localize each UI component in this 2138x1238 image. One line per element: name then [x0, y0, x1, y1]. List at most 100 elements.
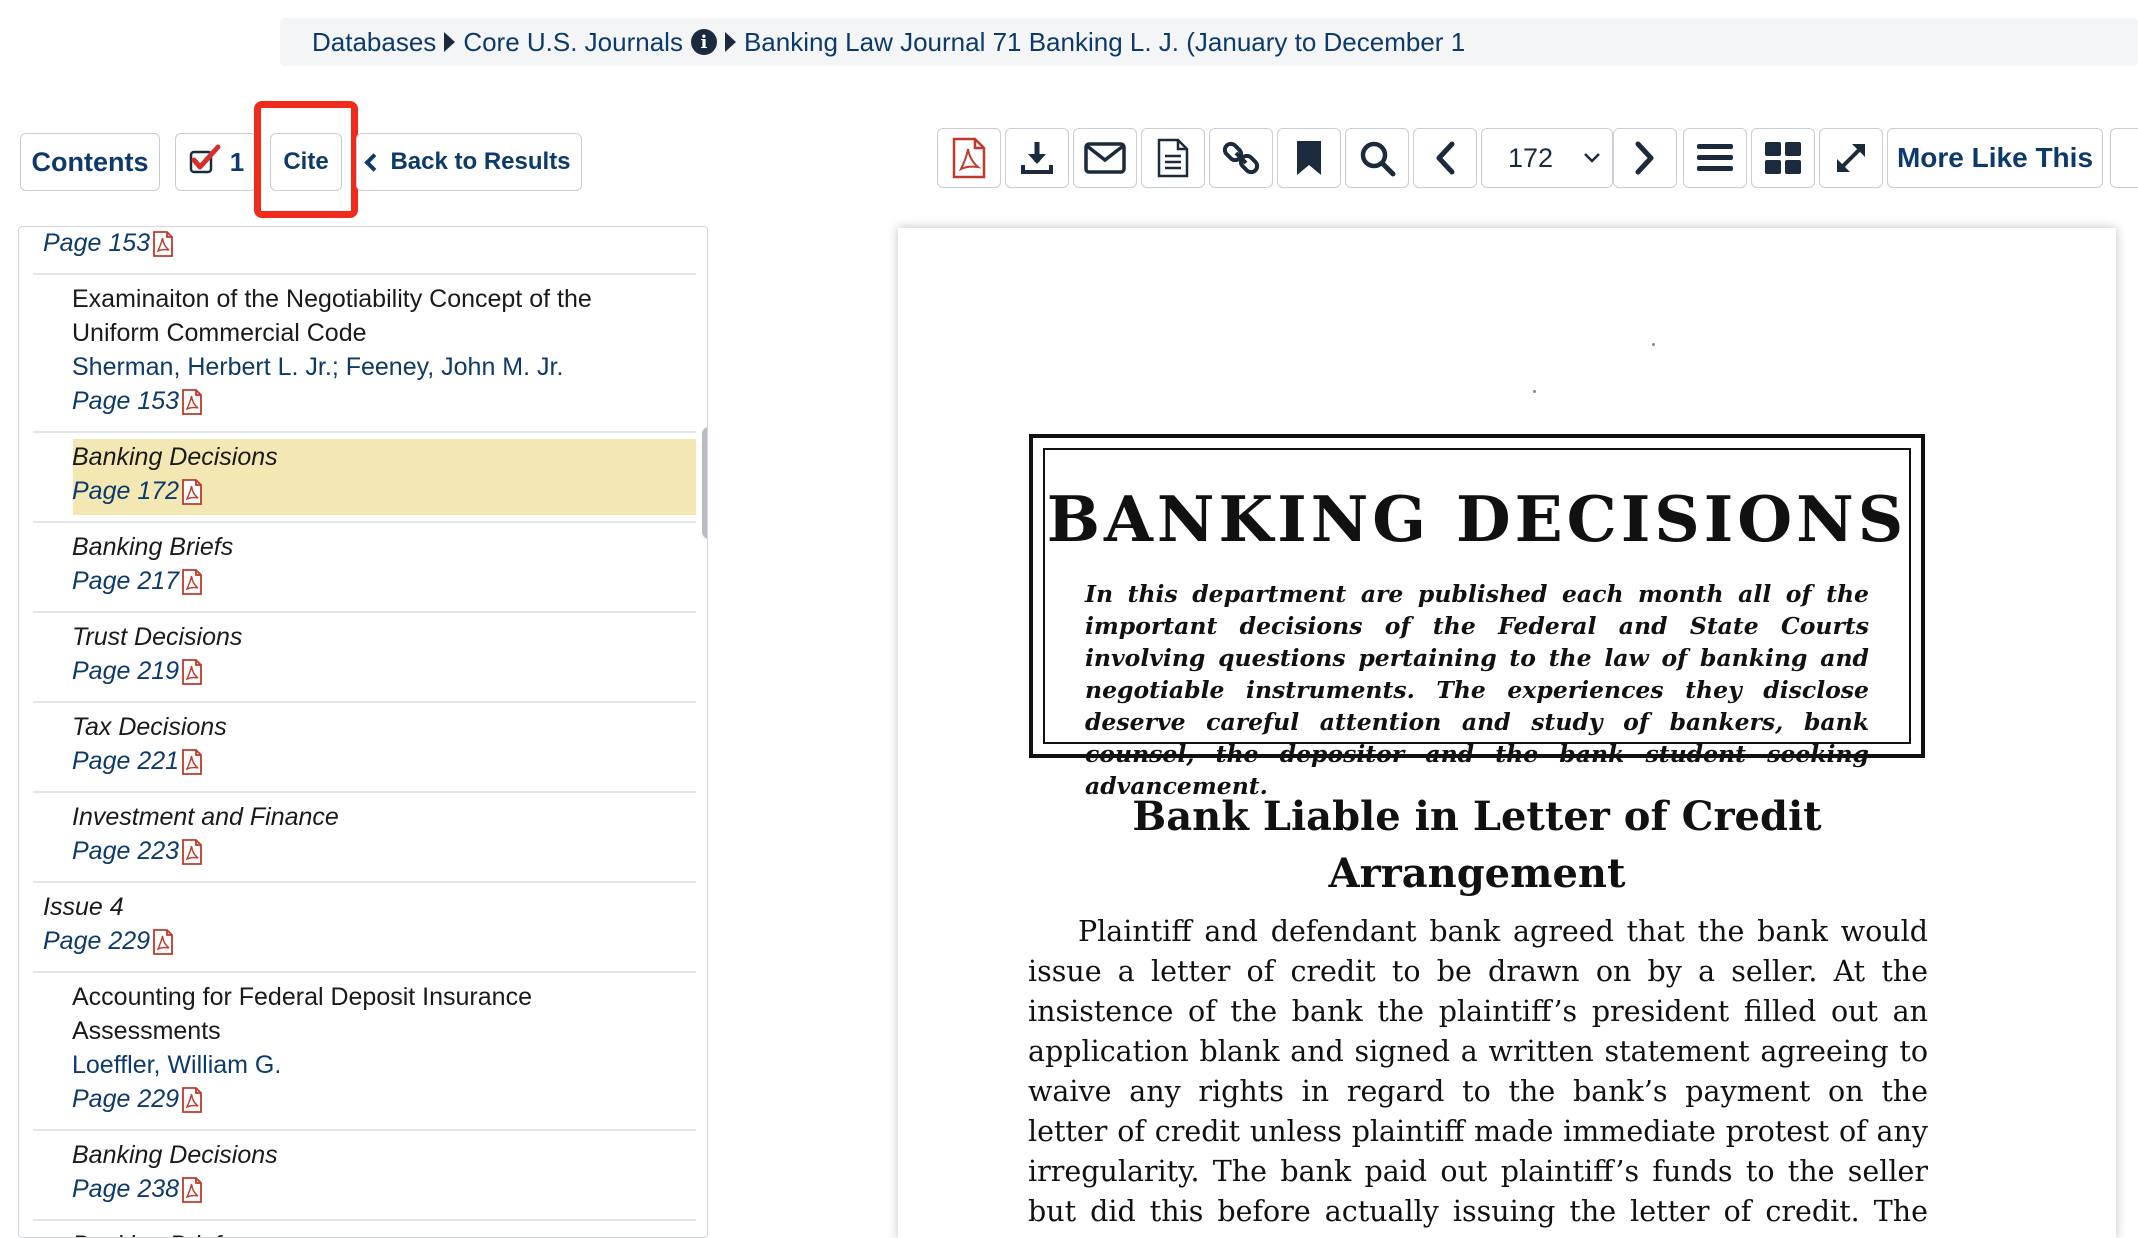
pdf-icon[interactable] [181, 658, 203, 685]
breadcrumb-core-journals[interactable]: Core U.S. Journals [463, 27, 683, 58]
toc-page-link[interactable]: Page 153 [43, 229, 174, 258]
pdf-icon[interactable] [181, 1086, 203, 1113]
toc-page-text: Page 153 [72, 387, 180, 415]
expand-icon [1832, 139, 1870, 177]
toc-entry[interactable]: Examinaiton of the Negotiability Concept… [33, 279, 696, 433]
toc-page-link[interactable]: Page 223 [72, 837, 203, 866]
toc-entry[interactable]: Accounting for Federal Deposit Insurance… [33, 977, 696, 1131]
contents-button[interactable]: Contents [20, 133, 160, 191]
pdf-icon [951, 137, 987, 179]
more-like-this-button[interactable]: More Like This [1887, 128, 2103, 188]
pdf-icon[interactable] [181, 1176, 203, 1203]
bookmark-icon [1294, 139, 1324, 177]
toc-italic-line: Banking Briefs [72, 1231, 233, 1237]
toc-italic-text: Banking Briefs [72, 533, 234, 561]
pdf-button[interactable] [937, 128, 1001, 188]
toc-page-link[interactable]: Page 217 [72, 567, 203, 596]
toc-page-link[interactable]: Page 229 [72, 1085, 203, 1114]
pdf-icon[interactable] [181, 478, 203, 505]
toc-page-link[interactable]: Page 229 [43, 927, 174, 956]
marked-items-button[interactable]: 1 [175, 133, 257, 191]
toc-page-text: Page 229 [72, 1085, 180, 1113]
toc-italic-line: Banking Decisions [72, 1141, 278, 1170]
email-button[interactable] [1073, 128, 1137, 188]
toc-title-text: Examinaiton of the Negotiability Concept… [72, 285, 592, 313]
list-view-icon [1695, 141, 1735, 175]
toc-author-line[interactable]: Loeffler, William G. [72, 1051, 281, 1080]
toc-page-link[interactable]: Page 172 [72, 477, 203, 506]
expand-button[interactable] [1819, 128, 1883, 188]
chevron-down-icon [1582, 151, 1602, 165]
toc-entry[interactable]: Trust Decisions Page 219 [33, 617, 696, 703]
toc-entry[interactable]: Investment and Finance Page 223 [33, 797, 696, 883]
toc-italic-text: Banking Decisions [72, 1141, 278, 1169]
email-icon [1084, 142, 1126, 174]
breadcrumb-databases[interactable]: Databases [312, 27, 436, 58]
toc-italic-text: Investment and Finance [72, 803, 339, 831]
bookmark-button[interactable] [1277, 128, 1341, 188]
pdf-icon[interactable] [152, 928, 174, 955]
toc-page-text: Page 223 [72, 837, 180, 865]
toc-page-link[interactable]: Page 221 [72, 747, 203, 776]
toc-author-line[interactable]: Sherman, Herbert L. Jr.; Feeney, John M.… [72, 353, 563, 382]
heading-frame: BANKING DECISIONS In this department are… [1029, 434, 1925, 800]
pdf-icon[interactable] [181, 568, 203, 595]
prev-page-button[interactable] [1413, 128, 1477, 188]
pdf-icon[interactable] [181, 748, 203, 775]
toc-page-text: Page 153 [43, 229, 151, 257]
prev-page-icon [1433, 141, 1457, 175]
toc-entry[interactable]: Banking Briefs Page 217 [33, 527, 696, 613]
table-of-contents: Page 153 Examinaiton of the Negotiability… [18, 226, 708, 1238]
info-icon[interactable]: i [690, 29, 717, 55]
pdf-icon[interactable] [181, 388, 203, 415]
toc-italic-line: Trust Decisions [72, 623, 242, 652]
page-select[interactable]: 172 [1481, 128, 1613, 188]
toc-title-text: Uniform Commercial Code [72, 319, 367, 347]
grid-view-button[interactable] [1751, 128, 1815, 188]
toolbar-overflow-button[interactable] [2110, 128, 2138, 188]
search-button[interactable] [1345, 128, 1409, 188]
toc-page-link[interactable]: Page 153 [72, 387, 203, 416]
pdf-icon[interactable] [152, 230, 174, 257]
next-page-button[interactable] [1613, 128, 1677, 188]
grid-view-icon [1763, 140, 1803, 176]
document-page: BANKING DECISIONS In this department are… [898, 228, 2116, 1238]
toc-entry[interactable]: Tax Decisions Page 221 [33, 707, 696, 793]
chevron-left-icon [364, 152, 384, 172]
toc-page-text: Page 221 [72, 747, 180, 775]
next-page-icon [1633, 141, 1657, 175]
toc-italic-text: Banking Decisions [72, 443, 278, 471]
toc-title-text: Accounting for Federal Deposit Insurance [72, 983, 532, 1011]
document-icon [1156, 138, 1190, 178]
document-intro: In this department are published each mo… [1085, 580, 1869, 800]
toc-page-link[interactable]: Page 238 [72, 1175, 203, 1204]
checkmark-icon [188, 144, 222, 181]
document-subtitle: Bank Liable in Letter of Credit Arrangem… [1029, 788, 1925, 902]
search-icon [1358, 139, 1396, 177]
document-button[interactable] [1141, 128, 1205, 188]
toc-entry[interactable]: Banking Briefs [33, 1225, 696, 1237]
link-button[interactable] [1209, 128, 1273, 188]
toc-title-line: Assessments [72, 1017, 221, 1046]
download-button[interactable] [1005, 128, 1069, 188]
pdf-icon[interactable] [181, 838, 203, 865]
back-button-label: Back to Results [390, 148, 571, 175]
toc-italic-line: Investment and Finance [72, 803, 339, 832]
toc-entry[interactable]: Banking Decisions Page 172 [33, 437, 696, 523]
toc-scrollbar[interactable] [702, 427, 707, 539]
toc-entry[interactable]: Issue 4 Page 229 [33, 887, 696, 973]
contents-button-label: Contents [31, 146, 149, 177]
toc-entry[interactable]: Page 153 [33, 227, 696, 275]
toc-page-text: Page 217 [72, 567, 180, 595]
toc-page-text: Page 238 [72, 1175, 180, 1203]
breadcrumb-journal[interactable]: Banking Law Journal 71 Banking L. J. (Ja… [744, 27, 1465, 58]
back-to-results-button[interactable]: Back to Results [356, 133, 582, 191]
document-heading: BANKING DECISIONS [1046, 482, 1908, 556]
toc-entry[interactable]: Banking Decisions Page 238 [33, 1135, 696, 1221]
chevron-right-icon [724, 32, 736, 52]
toc-title-line: Uniform Commercial Code [72, 319, 367, 348]
toc-page-link[interactable]: Page 219 [72, 657, 203, 686]
page-number: 172 [1508, 142, 1554, 173]
list-view-button[interactable] [1683, 128, 1747, 188]
toc-page-text: Page 219 [72, 657, 180, 685]
